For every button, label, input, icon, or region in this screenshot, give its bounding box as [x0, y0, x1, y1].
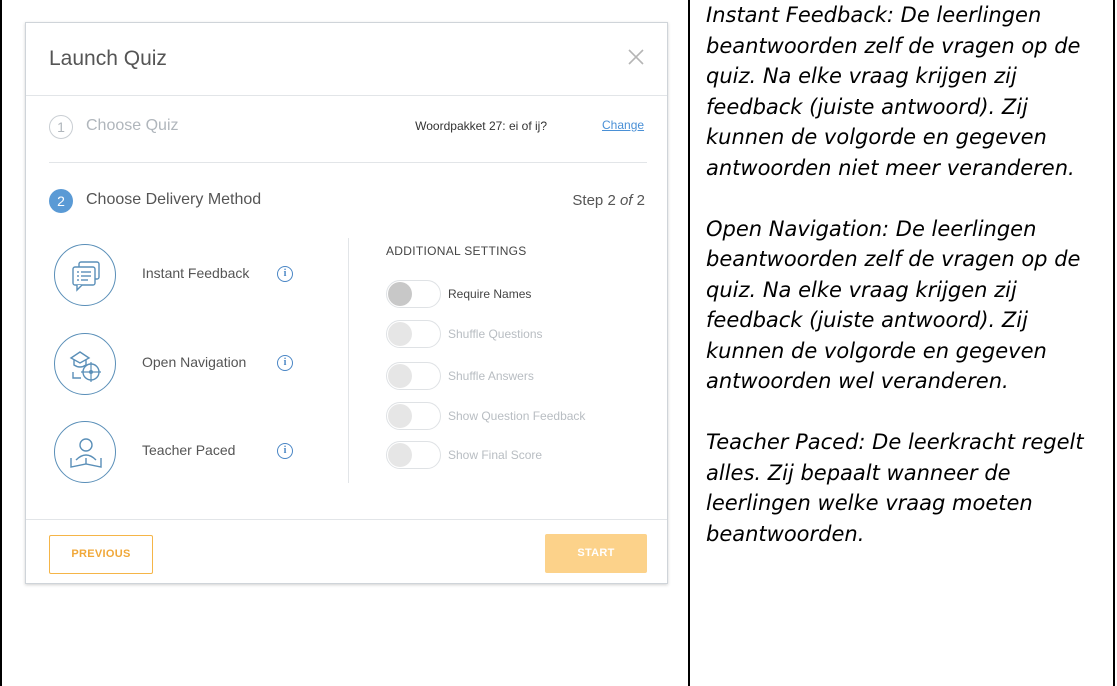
dialog-title: Launch Quiz: [49, 47, 167, 70]
additional-settings-heading: ADDITIONAL SETTINGS: [386, 244, 527, 258]
method-label: Open Navigation: [142, 354, 247, 370]
shuffle-questions-toggle[interactable]: [386, 320, 441, 348]
header-divider: [26, 95, 667, 96]
toggle-knob: [388, 404, 412, 428]
step-counter-suffix: 2: [632, 192, 645, 209]
info-icon[interactable]: i: [277, 266, 293, 282]
open-navigation-icon: [54, 333, 116, 395]
description-open-navigation: Open Navigation: De leerlingen beantwoor…: [706, 216, 1081, 394]
toggle-knob: [388, 364, 412, 388]
start-button[interactable]: START: [545, 534, 647, 573]
require-names-toggle[interactable]: [386, 280, 441, 308]
setting-require-names: Require Names: [386, 280, 626, 308]
setting-show-final-score: Show Final Score: [386, 441, 626, 469]
step-1-number: 1: [49, 115, 73, 139]
table-border-middle: [688, 0, 690, 686]
method-label: Instant Feedback: [142, 265, 250, 281]
instant-feedback-icon: [54, 244, 116, 306]
show-final-score-toggle[interactable]: [386, 441, 441, 469]
setting-label: Require Names: [448, 287, 532, 301]
method-label: Teacher Paced: [142, 442, 236, 458]
method-instant-feedback[interactable]: Instant Feedback i: [54, 244, 354, 306]
teacher-paced-icon: [54, 421, 116, 483]
toggle-knob: [388, 282, 412, 306]
close-icon[interactable]: [622, 43, 650, 71]
setting-shuffle-answers: Shuffle Answers: [386, 362, 626, 390]
setting-label: Shuffle Answers: [448, 369, 534, 383]
column-divider: [348, 238, 349, 483]
info-icon[interactable]: i: [277, 443, 293, 459]
step-2-number: 2: [49, 189, 73, 213]
step-2-label: Choose Delivery Method: [86, 191, 262, 208]
footer-divider: [26, 519, 667, 520]
change-quiz-link[interactable]: Change: [602, 118, 644, 132]
info-icon[interactable]: i: [277, 355, 293, 371]
previous-button[interactable]: PREVIOUS: [49, 535, 153, 574]
setting-label: Show Final Score: [448, 448, 543, 462]
delivery-method-descriptions: Instant Feedback: De leerlingen beantwoo…: [706, 0, 1106, 549]
step-1-label: Choose Quiz: [86, 117, 179, 134]
show-question-feedback-toggle[interactable]: [386, 402, 441, 430]
step-counter: Step 2 of 2: [572, 192, 645, 209]
method-open-navigation[interactable]: Open Navigation i: [54, 333, 354, 395]
toggle-knob: [388, 322, 412, 346]
shuffle-answers-toggle[interactable]: [386, 362, 441, 390]
table-border-left: [0, 0, 2, 686]
selected-quiz-name: Woordpakket 27: ei of ij?: [415, 119, 547, 133]
description-teacher-paced: Teacher Paced: De leerkracht regelt alle…: [706, 430, 1084, 546]
setting-label: Shuffle Questions: [448, 327, 543, 341]
description-instant-feedback: Instant Feedback: De leerlingen beantwoo…: [706, 3, 1081, 180]
step-counter-of: of: [619, 192, 633, 209]
table-border-right: [1113, 0, 1115, 686]
step-divider: [49, 162, 647, 163]
method-teacher-paced[interactable]: Teacher Paced i: [54, 421, 354, 483]
document-frame: Launch Quiz 1 Choose Quiz Woordpakket 27…: [0, 0, 1117, 686]
setting-show-question-feedback: Show Question Feedback: [386, 402, 626, 430]
step-counter-prefix: Step 2: [572, 192, 620, 209]
toggle-knob: [388, 443, 412, 467]
setting-label: Show Question Feedback: [448, 409, 586, 423]
launch-quiz-dialog: Launch Quiz 1 Choose Quiz Woordpakket 27…: [25, 22, 668, 584]
setting-shuffle-questions: Shuffle Questions: [386, 320, 626, 348]
